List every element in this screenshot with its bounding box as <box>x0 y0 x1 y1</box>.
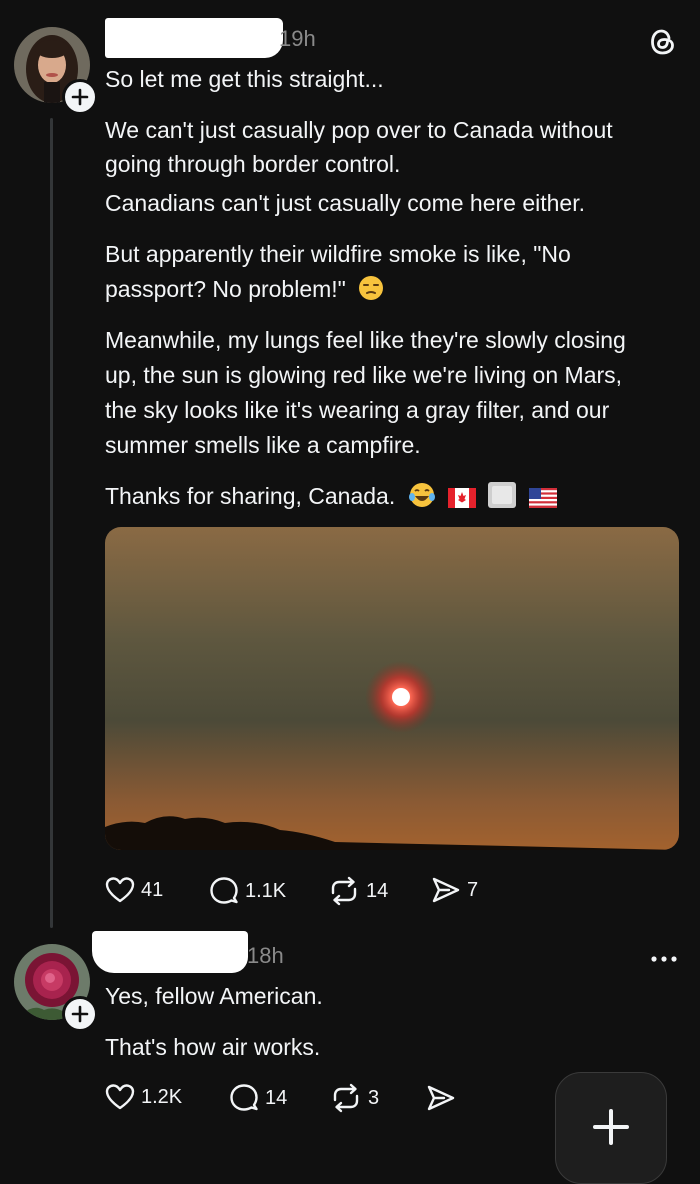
plus-icon <box>71 88 89 106</box>
heart-icon <box>105 1084 135 1110</box>
post-text-line: But apparently their wildfire smoke is l… <box>105 241 571 267</box>
reply-like-button[interactable]: 1.2K <box>105 1083 182 1111</box>
like-button[interactable]: 41 <box>105 876 163 904</box>
share-count: 7 <box>467 878 479 901</box>
post-text-segment: Thanks for sharing, Canada. <box>105 483 396 509</box>
post-text-line: We can't just casually pop over to Canad… <box>105 117 613 143</box>
post-image-red-sun[interactable] <box>105 527 679 850</box>
repost-icon <box>331 876 357 906</box>
usa-flag-emoji-icon <box>528 488 557 508</box>
post-text-line: Meanwhile, my lungs feel like they're sl… <box>105 327 626 353</box>
post-text-line: Canadians can't just casually come here … <box>105 190 585 216</box>
post-text-line: passport? No problem!" <box>105 272 384 306</box>
post-text-line: up, the sun is glowing red like we're li… <box>105 362 623 388</box>
send-icon <box>432 877 460 903</box>
share-button[interactable]: 7 <box>431 876 478 904</box>
reply-share-button[interactable] <box>426 1084 456 1112</box>
post-text-line: the sky looks like it's wearing a gray f… <box>105 397 610 423</box>
post-text-line: summer smells like a campfire. <box>105 432 421 458</box>
like-count: 41 <box>141 878 164 901</box>
thread-connector-line <box>50 118 53 928</box>
repost-button[interactable]: 14 <box>328 876 388 906</box>
reply-reply-button[interactable]: 14 <box>229 1083 287 1113</box>
more-icon <box>651 956 677 962</box>
reply-repost-count: 3 <box>368 1086 380 1109</box>
post-text-segment: passport? No problem!" <box>105 276 346 302</box>
follow-reply-author-button[interactable] <box>62 996 98 1032</box>
threads-logo-icon[interactable] <box>648 27 678 62</box>
redacted-username <box>105 18 283 58</box>
reply-like-count: 1.2K <box>141 1085 183 1108</box>
repost-icon <box>333 1083 359 1113</box>
unamused-face-emoji-icon <box>359 276 384 300</box>
send-icon <box>427 1085 455 1111</box>
canada-flag-emoji-icon <box>448 488 476 508</box>
post-timestamp: 19h <box>279 26 316 51</box>
laughing-tears-emoji-icon <box>408 483 435 507</box>
post-text-line: Thanks for sharing, Canada. <box>105 479 557 513</box>
reply-text-line: That's how air works. <box>105 1034 321 1060</box>
post-text-line: So let me get this straight... <box>105 66 384 92</box>
heart-icon <box>105 877 135 903</box>
comment-icon <box>210 877 238 904</box>
plus-icon <box>593 1109 629 1145</box>
reply-button[interactable]: 1.1K <box>209 876 286 906</box>
reply-timestamp: 18h <box>247 943 284 968</box>
blurred-emoji-icon <box>488 482 517 508</box>
plus-icon <box>71 1005 89 1023</box>
redacted-username <box>92 931 248 973</box>
more-options-button[interactable] <box>650 951 678 969</box>
follow-author-button[interactable] <box>62 79 98 115</box>
reply-count: 1.1K <box>245 879 287 902</box>
comment-icon <box>230 1084 258 1111</box>
compose-button[interactable] <box>555 1072 667 1184</box>
reply-text-line: Yes, fellow American. <box>105 983 323 1009</box>
reply-repost-button[interactable]: 3 <box>330 1083 379 1113</box>
post-text-line: going through border control. <box>105 151 401 177</box>
repost-count: 14 <box>366 879 389 902</box>
reply-reply-count: 14 <box>265 1086 288 1109</box>
